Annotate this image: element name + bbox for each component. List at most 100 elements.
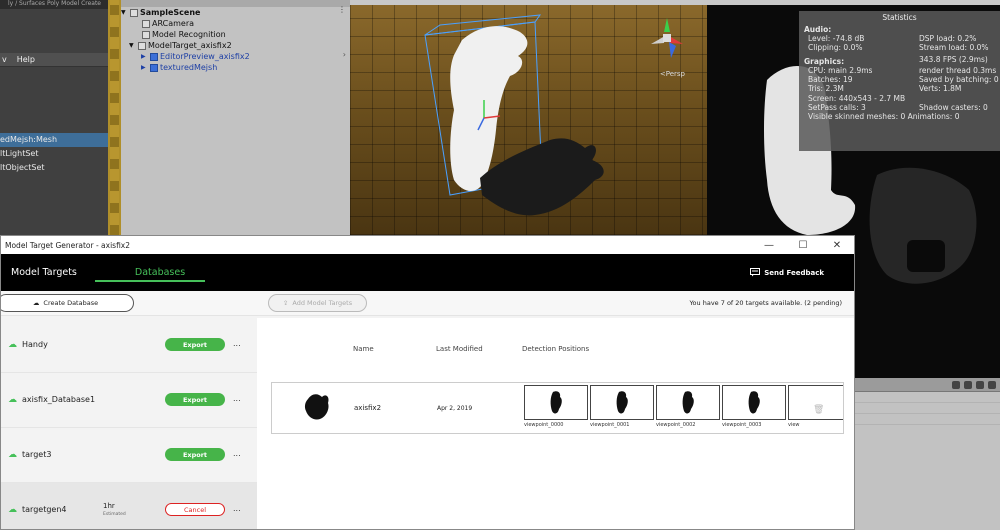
orientation-gizmo-icon[interactable] <box>647 14 687 64</box>
viewpoint-thumbnail[interactable]: viewpoint_0002 <box>656 385 720 431</box>
database-name: Handy <box>22 340 48 349</box>
project-item-lightset[interactable]: ltLightSet <box>0 147 108 161</box>
viewpoint-label: view <box>788 422 800 428</box>
tab-model-targets[interactable]: Model Targets <box>1 254 87 291</box>
more-options-button[interactable]: ... <box>233 339 241 348</box>
window-title: Model Target Generator - axisfix2 <box>5 240 131 250</box>
stats-graphics-rows: CPU: main 2.9ms render thread 0.3ms Batche… <box>804 65 999 94</box>
database-row[interactable]: ☁ axisfix_Database1 Export... <box>1 373 257 428</box>
hierarchy-item[interactable]: Model Recognition <box>121 29 350 40</box>
databases-toolbar: ☁ Create Database ⇪ Add Model Targets Yo… <box>1 291 854 316</box>
unity-inspector-fragment <box>855 378 1000 530</box>
gameobject-icon <box>142 30 150 39</box>
stats-value: Stream load: 0.0% <box>919 43 989 53</box>
hierarchy-item-label: texturedMejsh <box>160 63 218 72</box>
column-header-modified[interactable]: Last Modified <box>436 345 483 353</box>
column-header-positions: Detection Positions <box>522 345 590 353</box>
stats-row: Level: -74.8 dB DSP load: 0.2% <box>804 34 995 43</box>
stats-value: Batches: 19 <box>808 75 853 85</box>
hierarchy-item[interactable]: ▼ ModelTarget_axisfix2 <box>121 40 350 51</box>
project-item-objectset[interactable]: ltObjectSet <box>0 161 108 175</box>
expand-arrow-icon[interactable]: ▶ <box>141 51 148 62</box>
active-tab-underline <box>95 280 205 282</box>
stats-value: render thread 0.3ms <box>919 65 997 75</box>
hierarchy-list: ▼ SampleScene ARCamera Model Recognition ▼ Mo… <box>121 7 350 73</box>
more-options-button[interactable]: ... <box>233 394 241 403</box>
export-button[interactable]: Export <box>165 338 225 351</box>
export-button[interactable]: Export <box>165 448 225 461</box>
hierarchy-item[interactable]: ▶ texturedMejsh <box>121 62 350 73</box>
hierarchy-item[interactable]: ▶ EditorPreview_axisfix2 <box>121 51 350 62</box>
export-button[interactable]: Export <box>165 393 225 406</box>
hierarchy-item-label: ARCamera <box>152 19 195 28</box>
expand-arrow-icon[interactable]: ▼ <box>129 40 136 51</box>
eye-icon[interactable] <box>988 380 996 389</box>
tab-databases[interactable]: Databases <box>125 254 195 291</box>
target-thumbnail <box>304 394 329 420</box>
hierarchy-item-label: Model Recognition <box>152 30 226 39</box>
unity-project-panel: ly / Surfaces Poly Model Create v Help e… <box>0 0 108 235</box>
target-date: Apr 2, 2019 <box>437 405 473 412</box>
database-detail: Name Last Modified Detection Positions a… <box>257 318 854 529</box>
hand-silhouette-icon <box>748 390 760 413</box>
hand-silhouette-icon <box>682 390 694 413</box>
more-options-button[interactable]: ... <box>233 504 241 513</box>
gameobject-icon <box>150 52 158 61</box>
send-feedback-button[interactable]: Send Feedback <box>750 254 824 291</box>
expand-arrow-icon[interactable]: ▼ <box>121 7 128 18</box>
menu-item-help[interactable]: Help <box>17 55 35 64</box>
hierarchy-item[interactable]: ARCamera <box>121 18 350 29</box>
database-name: target3 <box>22 450 52 459</box>
add-model-targets-button[interactable]: ⇪ Add Model Targets <box>268 294 367 312</box>
hierarchy-panel: ▼ SampleScene ARCamera Model Recognition ▼ Mo… <box>121 0 350 235</box>
database-row[interactable]: ☁ target3 Export... <box>1 428 257 483</box>
stats-graphics-label: Graphics: <box>804 56 845 66</box>
stats-audio-label: Audio: <box>804 25 832 34</box>
column-header-name[interactable]: Name <box>353 345 374 353</box>
upload-icon: ⇪ <box>282 299 289 307</box>
stats-row: Batches: 19 Saved by batching: 0 <box>804 75 999 85</box>
trash-icon[interactable]: 🗑 <box>813 405 824 415</box>
viewpoint-thumbnail[interactable]: viewpoint_0000 <box>524 385 588 431</box>
database-row[interactable]: ☁ Handy Export... <box>1 318 257 373</box>
hierarchy-item-label: EditorPreview_axisfix2 <box>160 52 250 61</box>
database-list: ☁ Handy Export... ☁ axisfix_Database1 Export.… <box>1 318 257 529</box>
cloud-icon: ☁ <box>8 395 17 405</box>
window-titlebar: Model Target Generator - axisfix2 — ☐ ✕ <box>1 236 854 254</box>
hierarchy-expand-icon[interactable]: › <box>343 50 346 59</box>
project-item-mesh[interactable]: edMejsh:Mesh <box>0 133 108 147</box>
model-target-generator-window: Model Target Generator - axisfix2 — ☐ ✕ … <box>0 235 855 530</box>
hand-silhouette-icon <box>550 390 562 413</box>
database-row[interactable]: ☁ targetgen4 1hr Estimated Cancel... <box>1 483 257 529</box>
target-name: axisfix2 <box>354 404 382 412</box>
more-options-button[interactable]: ... <box>233 449 241 458</box>
table-row[interactable]: axisfix2 Apr 2, 2019 viewpoint_0000 viewp… <box>271 382 844 434</box>
scene-view[interactable]: <Persp <box>350 0 707 235</box>
stats-row: CPU: main 2.9ms render thread 0.3ms <box>804 65 997 75</box>
estimated-label: Estimated <box>103 512 126 517</box>
hierarchy-item[interactable]: ▼ SampleScene <box>121 7 350 18</box>
expand-arrow-icon[interactable]: ▶ <box>141 62 148 73</box>
label-icon[interactable] <box>964 380 972 389</box>
viewpoint-label: viewpoint_0001 <box>590 422 630 428</box>
maximize-button[interactable]: ☐ <box>786 236 820 254</box>
stats-value: SetPass calls: 3 <box>808 103 866 113</box>
viewpoint-thumbnail[interactable]: viewpoint_0003 <box>722 385 786 431</box>
stats-value: CPU: main 2.9ms <box>808 65 873 75</box>
cancel-button[interactable]: Cancel <box>165 503 225 516</box>
perspective-label[interactable]: <Persp <box>660 70 685 78</box>
close-button[interactable]: ✕ <box>820 236 854 254</box>
stats-row: Clipping: 0.0% Stream load: 0.0% <box>804 43 995 52</box>
viewpoint-thumbnail[interactable]: viewpoint_0001 <box>590 385 654 431</box>
cloud-icon: ☁ <box>8 505 17 515</box>
stats-value: Verts: 1.8M <box>919 84 962 94</box>
cloud-icon: ☁ <box>8 340 17 350</box>
menu-item-view[interactable]: v <box>2 55 7 64</box>
gameobject-icon <box>138 41 146 50</box>
star-icon[interactable] <box>976 380 984 389</box>
create-database-button[interactable]: ☁ Create Database <box>1 294 134 312</box>
stats-value: Level: -74.8 dB <box>808 34 865 43</box>
minimize-button[interactable]: — <box>752 236 786 254</box>
filter-icon[interactable] <box>952 380 960 389</box>
hierarchy-menu-icon[interactable]: ⋮ <box>338 5 346 14</box>
